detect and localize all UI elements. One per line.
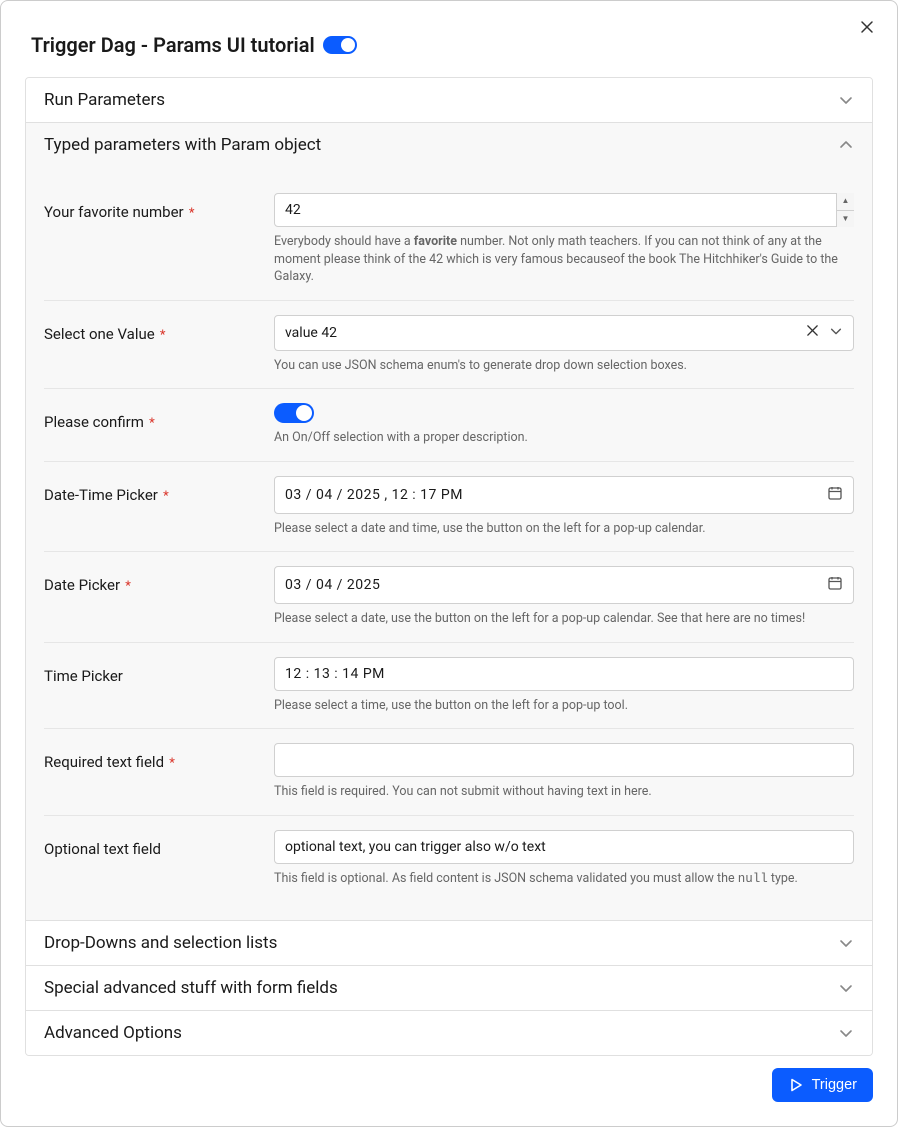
row-select-one: Select one Value * value 42 — [44, 300, 854, 389]
chevron-down-icon — [838, 92, 854, 108]
field-label: Optional text field — [44, 830, 274, 858]
section-title: Run Parameters — [44, 90, 165, 110]
row-required-text: Required text field * This field is requ… — [44, 728, 854, 815]
required-marker: * — [160, 489, 169, 504]
required-marker: * — [122, 579, 131, 594]
required-text-input[interactable] — [274, 743, 854, 777]
row-time: Time Picker 12 : 13 : 14 PM Please selec… — [44, 642, 854, 729]
date-value: 03 / 04 / 2025 — [285, 577, 380, 593]
number-spinner: ▲ ▼ — [836, 193, 854, 227]
row-optional-text: Optional text field This field is option… — [44, 815, 854, 903]
datetime-input[interactable]: 03 / 04 / 2025 , 12 : 17 PM — [274, 476, 854, 514]
play-icon — [788, 1077, 804, 1093]
caret-down-icon: ▼ — [842, 215, 850, 223]
time-input[interactable]: 12 : 13 : 14 PM — [274, 657, 854, 691]
datetime-value: 03 / 04 / 2025 , 12 : 17 PM — [285, 487, 463, 503]
field-label: Please confirm * — [44, 403, 274, 431]
field-helper: Please select a date, use the button on … — [274, 610, 854, 628]
trigger-dag-modal: Trigger Dag - Params UI tutorial Run Par… — [0, 0, 898, 1127]
field-label: Time Picker — [44, 657, 274, 685]
required-marker: * — [166, 756, 175, 771]
row-date: Date Picker * 03 / 04 / 2025 Please sele… — [44, 551, 854, 642]
field-helper: An On/Off selection with a proper descri… — [274, 429, 854, 447]
section-run-parameters[interactable]: Run Parameters — [26, 78, 872, 122]
spinner-up-button[interactable]: ▲ — [837, 193, 854, 211]
required-marker: * — [186, 206, 195, 221]
select-value: value 42 — [285, 325, 337, 341]
chevron-down-icon — [838, 980, 854, 996]
modal-title: Trigger Dag - Params UI tutorial — [31, 33, 315, 57]
section-title: Special advanced stuff with form fields — [44, 978, 338, 998]
close-button[interactable] — [857, 19, 877, 39]
header-toggle[interactable] — [323, 36, 357, 54]
section-typed-parameters[interactable]: Typed parameters with Param object — [26, 122, 872, 167]
spinner-down-button[interactable]: ▼ — [837, 211, 854, 228]
confirm-toggle[interactable] — [274, 403, 314, 423]
select-one-dropdown[interactable]: value 42 — [274, 315, 854, 351]
required-marker: * — [157, 328, 166, 343]
trigger-label: Trigger — [812, 1077, 857, 1093]
trigger-button[interactable]: Trigger — [772, 1068, 873, 1102]
favorite-number-input[interactable] — [274, 193, 854, 227]
field-label: Required text field * — [44, 743, 274, 771]
field-label: Your favorite number * — [44, 193, 274, 221]
field-helper: This field is required. You can not subm… — [274, 783, 854, 801]
section-dropdowns[interactable]: Drop-Downs and selection lists — [26, 920, 872, 965]
row-confirm: Please confirm * An On/Off selection wit… — [44, 388, 854, 461]
section-special[interactable]: Special advanced stuff with form fields — [26, 965, 872, 1010]
field-label: Select one Value * — [44, 315, 274, 343]
time-value: 12 : 13 : 14 PM — [285, 666, 385, 682]
field-helper: Everybody should have a favorite number.… — [274, 233, 854, 286]
chevron-down-icon — [838, 1025, 854, 1041]
section-title: Typed parameters with Param object — [44, 135, 321, 155]
date-input[interactable]: 03 / 04 / 2025 — [274, 566, 854, 604]
field-label: Date-Time Picker * — [44, 476, 274, 504]
chevron-up-icon — [838, 137, 854, 153]
modal-footer: Trigger — [772, 1068, 873, 1102]
row-favorite-number: Your favorite number * ▲ ▼ — [44, 179, 854, 300]
chevron-down-icon — [829, 324, 843, 342]
close-icon — [860, 20, 874, 38]
field-helper: This field is optional. As field content… — [274, 870, 854, 889]
chevron-down-icon — [838, 935, 854, 951]
optional-text-input[interactable] — [274, 830, 854, 864]
section-title: Advanced Options — [44, 1023, 182, 1043]
section-typed-body: Your favorite number * ▲ ▼ — [26, 167, 872, 920]
caret-up-icon: ▲ — [842, 197, 850, 205]
field-helper: Please select a time, use the button on … — [274, 697, 854, 715]
accordion: Run Parameters Typed parameters with Par… — [25, 77, 873, 1056]
calendar-icon[interactable] — [827, 575, 843, 595]
modal-header: Trigger Dag - Params UI tutorial — [31, 33, 867, 57]
row-datetime: Date-Time Picker * 03 / 04 / 2025 , 12 :… — [44, 461, 854, 552]
section-title: Drop-Downs and selection lists — [44, 933, 277, 953]
required-marker: * — [146, 416, 155, 431]
clear-icon[interactable] — [806, 324, 819, 341]
field-helper: Please select a date and time, use the b… — [274, 520, 854, 538]
section-advanced-options[interactable]: Advanced Options — [26, 1010, 872, 1055]
calendar-icon[interactable] — [827, 485, 843, 505]
field-helper: You can use JSON schema enum's to genera… — [274, 357, 854, 375]
field-label: Date Picker * — [44, 566, 274, 594]
